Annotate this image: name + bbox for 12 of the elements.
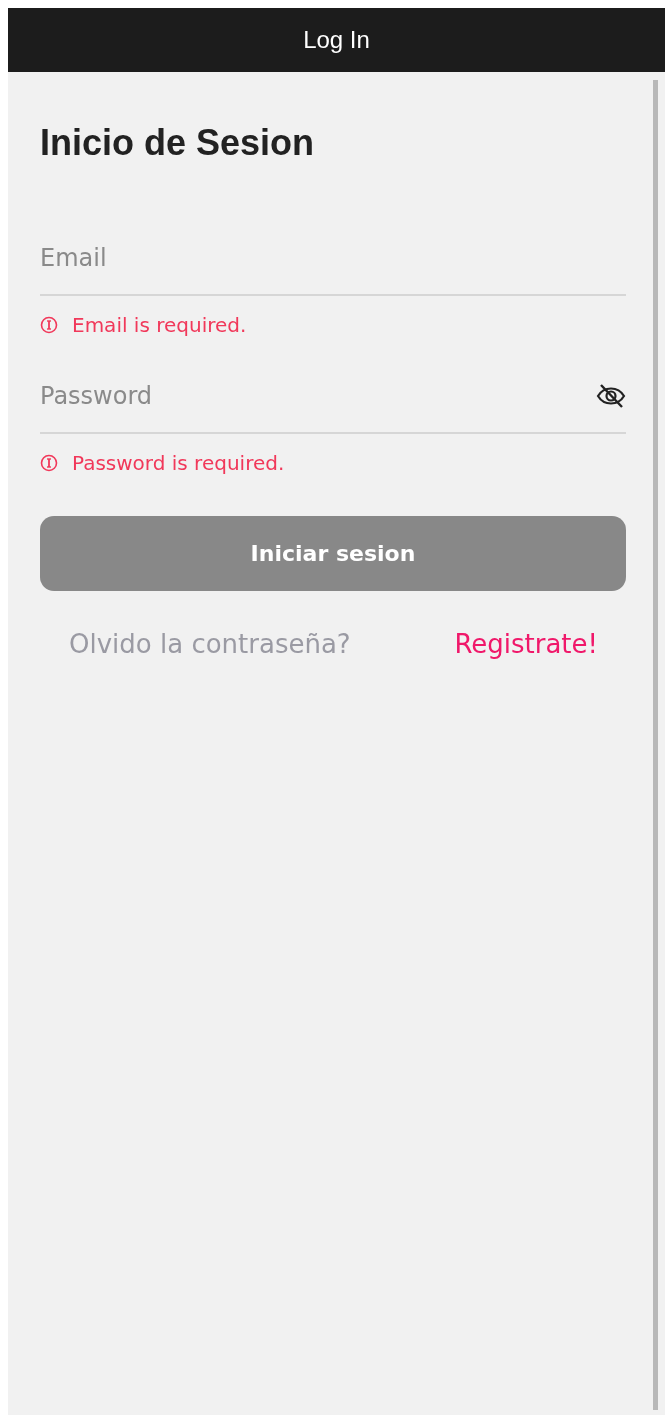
alert-icon (40, 454, 58, 472)
forgot-password-link[interactable]: Olvido la contraseña? (69, 629, 351, 659)
eye-slash-icon[interactable] (596, 383, 626, 409)
password-field[interactable]: Password (40, 376, 596, 416)
page-title: Log In (303, 26, 370, 54)
alert-icon (40, 316, 58, 334)
error-message: Email is required. (72, 313, 247, 337)
error-message: Password is required. (72, 451, 285, 475)
scrollbar[interactable] (653, 80, 658, 1410)
email-field[interactable]: Email (40, 238, 626, 278)
register-link[interactable]: Registrate! (454, 629, 598, 659)
login-heading: Inicio de Sesion (40, 122, 316, 164)
